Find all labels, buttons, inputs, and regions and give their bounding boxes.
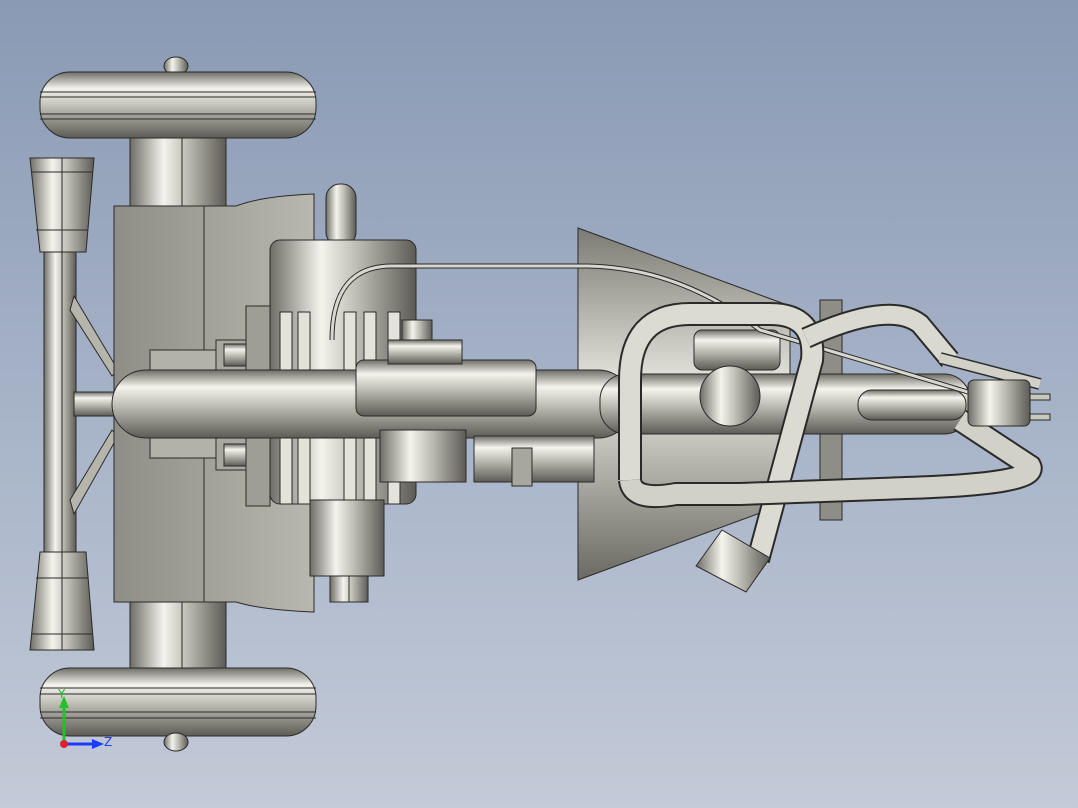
z-axis-label: Z bbox=[104, 735, 112, 749]
engine-model-view[interactable] bbox=[0, 0, 1078, 808]
x-axis-point bbox=[60, 740, 68, 748]
y-axis-label: Y bbox=[57, 687, 66, 701]
graphics-viewport[interactable]: Y Z bbox=[0, 0, 1078, 808]
axle-assembly bbox=[29, 157, 119, 651]
coordinate-triad: Y Z bbox=[46, 684, 126, 754]
